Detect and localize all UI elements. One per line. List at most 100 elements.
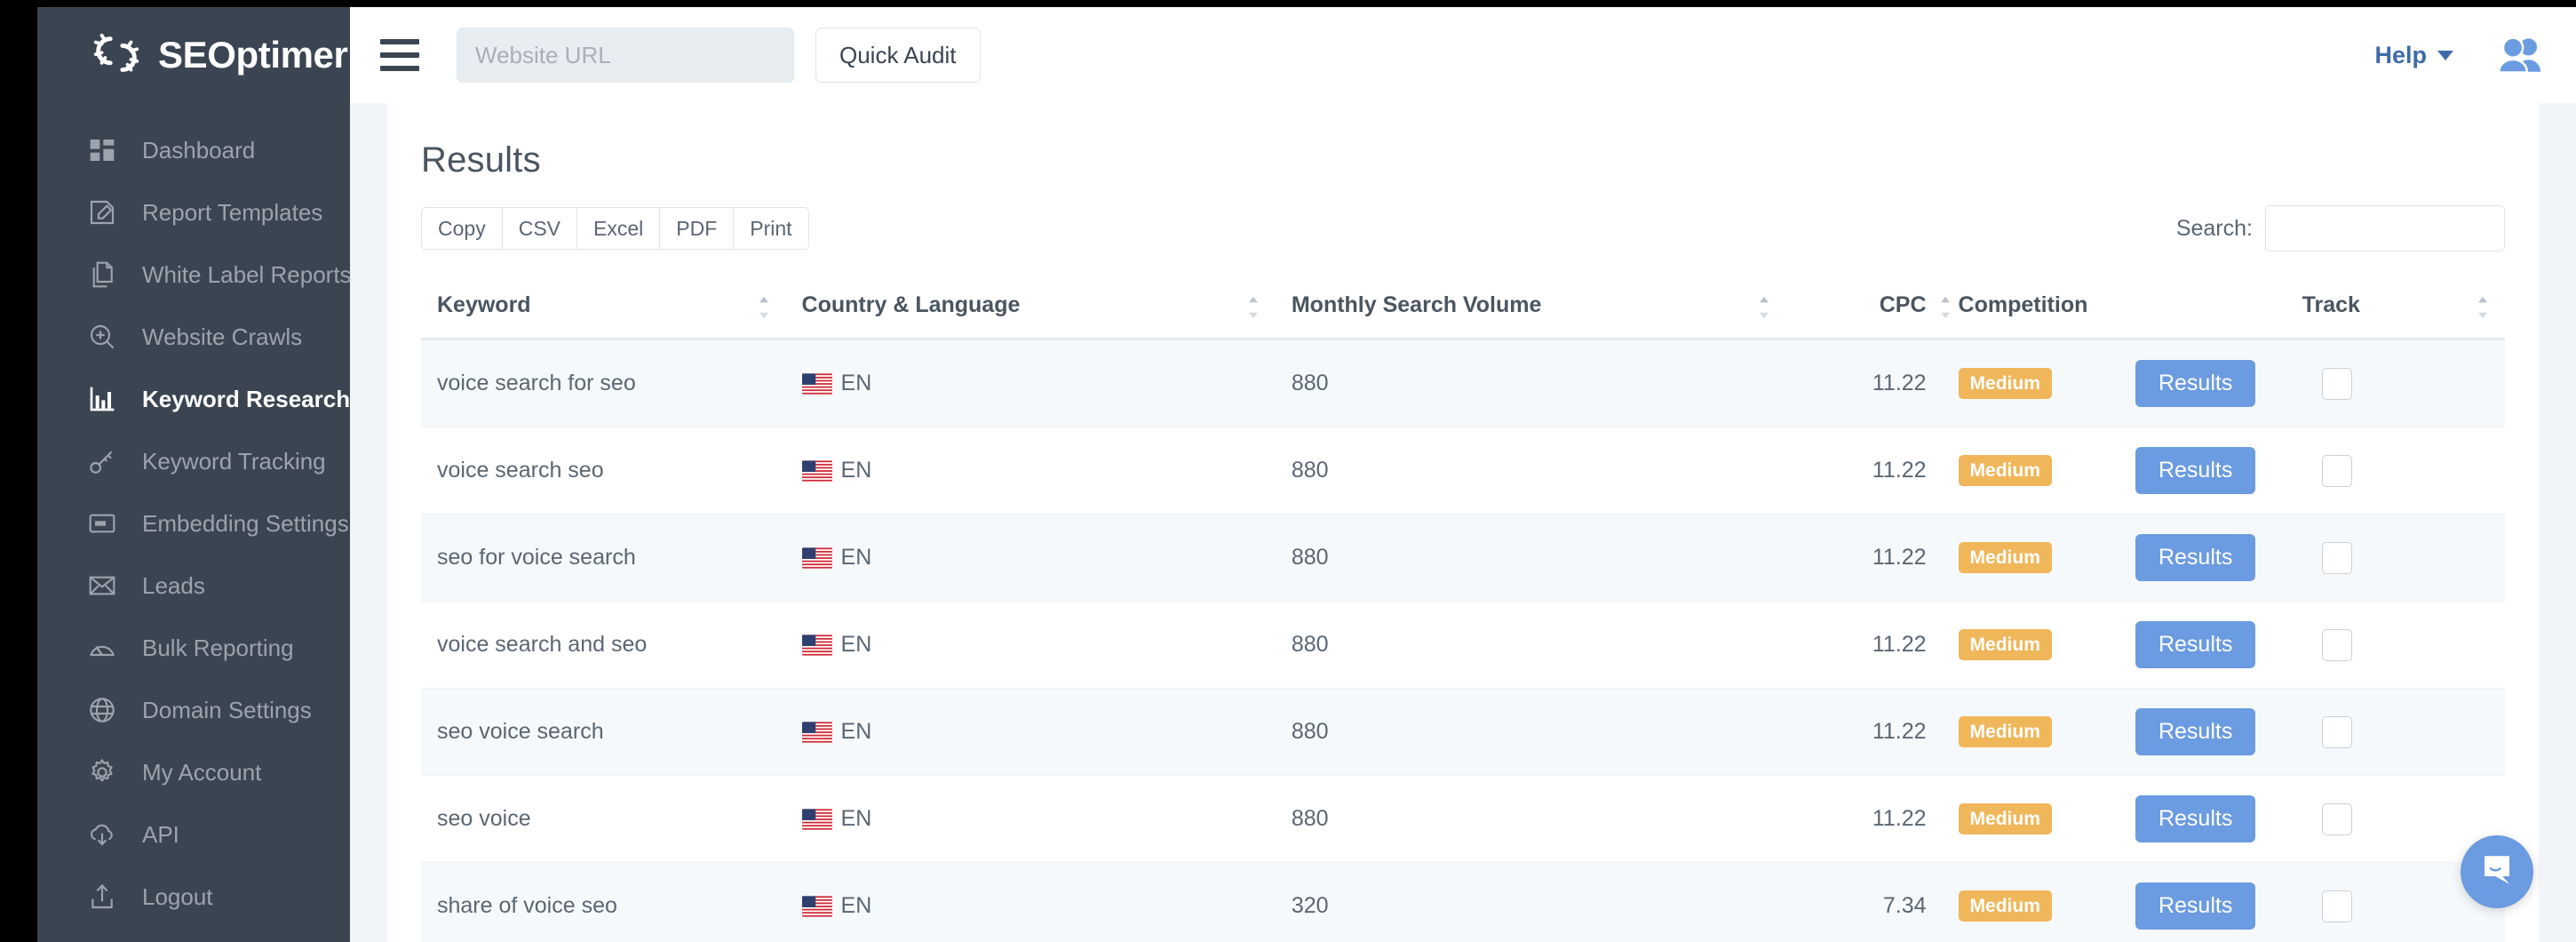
country-code: EN (841, 632, 872, 658)
track-checkbox[interactable] (2322, 368, 2352, 400)
copy-button[interactable]: Copy (421, 207, 502, 250)
track-checkbox[interactable] (2322, 629, 2352, 661)
sort-icon (756, 296, 772, 319)
table-body: voice search for seoEN88011.22MediumResu… (421, 339, 2505, 942)
cell-actions: Results (2119, 427, 2286, 515)
column-header-monthly-search-volume[interactable]: Monthly Search Volume (1276, 276, 1786, 339)
sidebar-item-label: Bulk Reporting (142, 636, 294, 659)
sidebar-item-label: API (142, 823, 179, 846)
page-title: Results (421, 140, 2505, 180)
column-header-keyword[interactable]: Keyword (421, 276, 786, 339)
track-checkbox[interactable] (2322, 542, 2352, 574)
status-badge: Medium (1959, 803, 2052, 834)
cell-track (2286, 515, 2505, 602)
help-label: Help (2374, 42, 2427, 69)
column-header-track[interactable]: Track (2286, 276, 2505, 339)
copy-documents-icon (87, 259, 117, 290)
pdf-button[interactable]: PDF (659, 207, 733, 250)
track-checkbox[interactable] (2322, 716, 2352, 748)
cell-competition: Medium (1943, 602, 2119, 689)
sidebar-item-white-label-reports[interactable]: White Label Reports (37, 243, 350, 306)
column-header-cpc[interactable]: CPC (1786, 276, 1943, 339)
sidebar-item-label: Logout (142, 885, 213, 908)
sidebar-item-bulk-reporting[interactable]: Bulk Reporting (37, 617, 350, 679)
sidebar-item-api[interactable]: API (37, 803, 350, 866)
key-icon (87, 446, 117, 476)
cell-actions: Results (2119, 339, 2286, 427)
users-avatar-icon[interactable] (2496, 36, 2544, 74)
row-results-button[interactable]: Results (2135, 534, 2255, 581)
content-scroll-area: Results Copy CSV Excel PDF Print Search: (350, 103, 2576, 942)
sidebar-item-my-account[interactable]: My Account (37, 741, 350, 803)
cell-competition: Medium (1943, 863, 2119, 942)
sidebar-item-website-crawls[interactable]: Website Crawls (37, 306, 350, 368)
us-flag-icon (802, 635, 832, 656)
website-url-input[interactable] (457, 28, 794, 83)
table-toolbar: Copy CSV Excel PDF Print Search: (421, 205, 2505, 251)
country-code: EN (841, 806, 872, 832)
magnifier-plus-icon (87, 322, 117, 352)
status-badge: Medium (1959, 542, 2052, 573)
cell-competition: Medium (1943, 689, 2119, 776)
us-flag-icon (802, 722, 832, 743)
excel-button[interactable]: Excel (576, 207, 659, 250)
status-badge: Medium (1959, 716, 2052, 747)
keyword-results-table: Keyword Country & Language Monthly Searc… (421, 276, 2505, 942)
cell-country-language: EN (786, 776, 1276, 863)
table-row: seo voiceEN88011.22MediumResults (421, 776, 2505, 863)
globe-icon (87, 695, 117, 725)
csv-button[interactable]: CSV (502, 207, 576, 250)
row-results-button[interactable]: Results (2135, 447, 2255, 494)
row-results-button[interactable]: Results (2135, 795, 2255, 842)
logout-upload-icon (87, 882, 117, 912)
cell-cpc: 11.22 (1786, 602, 1943, 689)
print-button[interactable]: Print (733, 207, 808, 250)
sidebar-item-dashboard[interactable]: Dashboard (37, 119, 350, 181)
gear-icon (87, 757, 117, 787)
brand-name: SEOptimer (158, 34, 347, 76)
cell-keyword: voice search and seo (421, 602, 786, 689)
sort-icon (1756, 296, 1772, 319)
quick-audit-button[interactable]: Quick Audit (815, 28, 981, 83)
dashboard-icon (87, 135, 117, 165)
row-results-button[interactable]: Results (2135, 708, 2255, 755)
sidebar-item-leads[interactable]: Leads (37, 555, 350, 617)
cell-keyword: seo voice (421, 776, 786, 863)
cell-country-language: EN (786, 863, 1276, 942)
country-code: EN (841, 458, 872, 483)
help-menu[interactable]: Help (2374, 42, 2453, 69)
sidebar-item-keyword-tracking[interactable]: Keyword Tracking (37, 430, 350, 492)
sidebar-item-label: Report Templates (142, 201, 322, 224)
sidebar-item-report-templates[interactable]: Report Templates (37, 181, 350, 243)
envelope-icon (87, 571, 117, 601)
table-row: voice search for seoEN88011.22MediumResu… (421, 339, 2505, 427)
track-checkbox[interactable] (2322, 455, 2352, 487)
cell-keyword: voice search seo (421, 427, 786, 515)
cell-cpc: 11.22 (1786, 689, 1943, 776)
us-flag-icon (802, 547, 832, 569)
column-header-actions (2119, 276, 2286, 339)
sidebar-item-domain-settings[interactable]: Domain Settings (37, 679, 350, 741)
cell-competition: Medium (1943, 339, 2119, 427)
chat-bubble-button[interactable] (2461, 835, 2533, 908)
track-checkbox[interactable] (2322, 890, 2352, 922)
row-results-button[interactable]: Results (2135, 882, 2255, 930)
sidebar-item-label: White Label Reports (142, 263, 352, 286)
sidebar-item-logout[interactable]: Logout (37, 866, 350, 928)
row-results-button[interactable]: Results (2135, 621, 2255, 668)
brand-logo[interactable]: SEOptimer (37, 7, 350, 103)
sidebar-nav: Dashboard Report Templates White Label R… (37, 103, 350, 928)
track-checkbox[interactable] (2322, 803, 2352, 835)
sidebar-item-label: Domain Settings (142, 699, 312, 722)
hamburger-icon[interactable] (380, 39, 419, 71)
cell-monthly-search-volume: 880 (1276, 689, 1786, 776)
cell-monthly-search-volume: 880 (1276, 602, 1786, 689)
cell-track (2286, 427, 2505, 515)
sidebar-item-label: Embedding Settings (142, 512, 349, 535)
search-input[interactable] (2265, 205, 2505, 251)
row-results-button[interactable]: Results (2135, 360, 2255, 407)
cell-monthly-search-volume: 880 (1276, 339, 1786, 427)
sidebar-item-keyword-research[interactable]: Keyword Research (37, 368, 350, 430)
column-header-country-language[interactable]: Country & Language (786, 276, 1276, 339)
sidebar-item-embedding-settings[interactable]: Embedding Settings (37, 492, 350, 555)
